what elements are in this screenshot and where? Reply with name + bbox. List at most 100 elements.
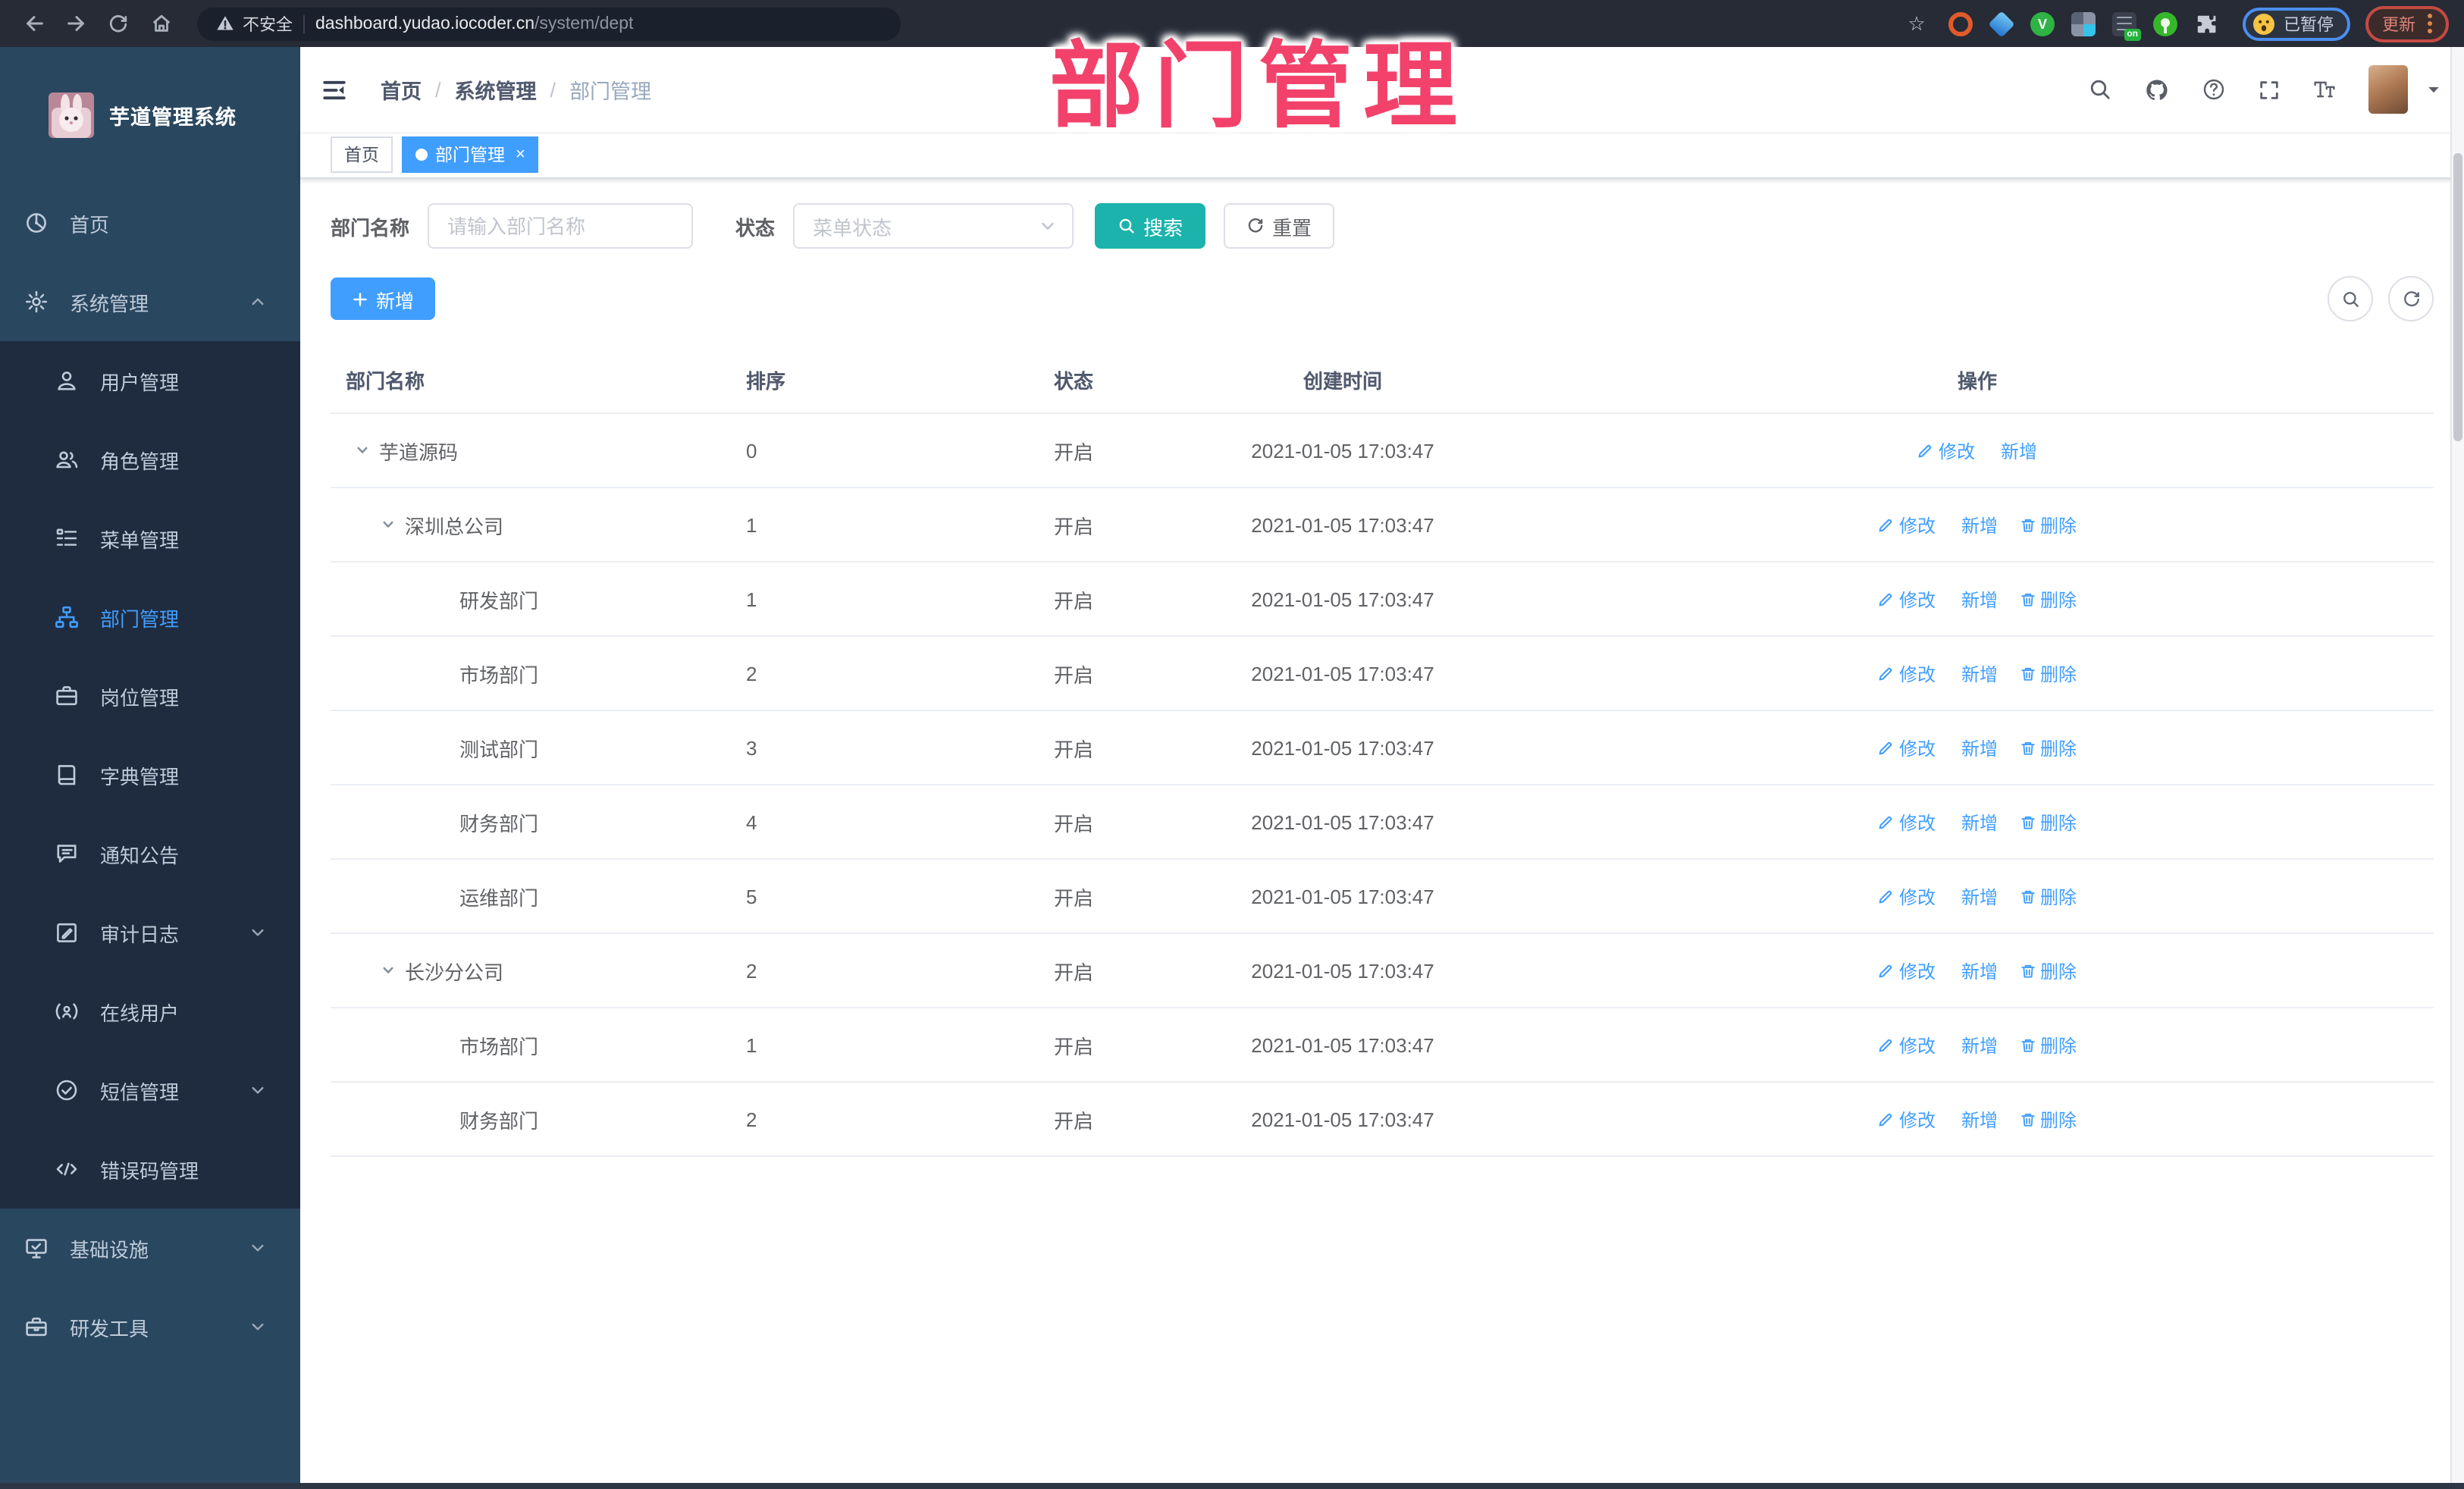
sidebar-item-通知公告[interactable]: 通知公告 xyxy=(0,814,300,893)
dept-name: 运维部门 xyxy=(459,886,539,909)
search-button[interactable]: 搜索 xyxy=(1095,203,1206,249)
extension-switch-icon[interactable]: on xyxy=(2112,11,2141,40)
font-size-icon[interactable] xyxy=(2312,77,2337,102)
delete-link[interactable]: 删除 xyxy=(2019,660,2077,686)
warning-icon xyxy=(215,14,235,33)
extension-squares-icon[interactable] xyxy=(2071,11,2096,36)
actions-cell: 修改 新增 删除 xyxy=(1521,1032,2434,1058)
delete-link[interactable]: 删除 xyxy=(2019,1106,2077,1132)
dept-name-cell: 市场部门 xyxy=(331,1030,694,1059)
breadcrumb-item[interactable]: 首页 xyxy=(381,74,422,105)
tab-item[interactable]: 首页 xyxy=(331,136,393,173)
security-label[interactable]: 不安全 xyxy=(243,11,293,36)
add-link[interactable]: 新增 xyxy=(1957,586,1998,612)
tree-caret-icon[interactable] xyxy=(381,517,396,532)
edit-link[interactable]: 修改 xyxy=(1878,1106,1936,1132)
sidebar-item-菜单管理[interactable]: 菜单管理 xyxy=(0,499,300,578)
search-icon[interactable] xyxy=(2088,77,2112,102)
refresh-table-button[interactable] xyxy=(2388,276,2434,321)
edit-link[interactable]: 修改 xyxy=(1878,512,1936,538)
tab-close-icon[interactable]: × xyxy=(516,146,525,164)
add-link[interactable]: 新增 xyxy=(1957,1032,1998,1058)
sidebar-item-首页[interactable]: 首页 xyxy=(0,183,300,262)
forward-icon[interactable] xyxy=(58,5,94,42)
edit-link[interactable]: 修改 xyxy=(1878,883,1936,909)
edit-link[interactable]: 修改 xyxy=(1878,809,1936,835)
edit-link[interactable]: 修改 xyxy=(1878,586,1936,612)
url-text[interactable]: dashboard.yudao.iocoder.cn/system/dept xyxy=(315,14,633,33)
update-button[interactable]: 更新 xyxy=(2365,5,2449,42)
sidebar-item-研发工具[interactable]: 研发工具 xyxy=(0,1287,300,1366)
add-link[interactable]: 新增 xyxy=(1957,735,1998,760)
page-scrollbar[interactable] xyxy=(2450,47,2464,1483)
announcement-icon xyxy=(55,842,79,866)
edit-link[interactable]: 修改 xyxy=(1878,660,1936,686)
sidebar-item-基础设施[interactable]: 基础设施 xyxy=(0,1208,300,1287)
sidebar-item-短信管理[interactable]: 短信管理 xyxy=(0,1051,300,1130)
delete-link[interactable]: 删除 xyxy=(2019,735,2077,760)
profile-pill[interactable]: 已暂停 xyxy=(2243,7,2350,40)
extension-green-icon[interactable]: V xyxy=(2030,11,2055,36)
delete-icon xyxy=(2019,888,2036,904)
sidebar-item-岗位管理[interactable]: 岗位管理 xyxy=(0,657,300,735)
delete-link[interactable]: 删除 xyxy=(2019,512,2077,538)
delete-link[interactable]: 删除 xyxy=(2019,586,2077,612)
sidebar-item-用户管理[interactable]: 用户管理 xyxy=(0,341,300,420)
delete-link[interactable]: 删除 xyxy=(2019,1032,2077,1058)
extension-gem-icon[interactable] xyxy=(1988,10,2015,37)
add-link[interactable]: 新增 xyxy=(1957,1106,1998,1132)
tree-caret-icon[interactable] xyxy=(381,963,396,978)
delete-icon xyxy=(2019,591,2036,607)
add-link[interactable]: 新增 xyxy=(1957,512,1998,538)
browser-menu-icon[interactable] xyxy=(2428,14,2432,33)
action-label: 修改 xyxy=(1898,961,1936,982)
tab-active[interactable]: 部门管理 × xyxy=(402,136,539,173)
sidebar-item-系统管理[interactable]: 系统管理 xyxy=(0,262,300,341)
toggle-search-button[interactable] xyxy=(2328,276,2373,321)
user-avatar[interactable] xyxy=(2368,65,2408,114)
table-row: 运维部门 5 开启 2021-01-05 17:03:47 修改 新增 删除 xyxy=(331,860,2434,934)
sidebar-item-在线用户[interactable]: 在线用户 xyxy=(0,972,300,1051)
app-logo-row[interactable]: 芋道管理系统 xyxy=(0,47,300,183)
back-icon[interactable] xyxy=(15,5,52,42)
status-select[interactable]: 菜单状态 xyxy=(793,203,1074,249)
delete-link[interactable]: 删除 xyxy=(2019,883,2077,909)
action-label: 删除 xyxy=(2040,738,2077,759)
sidebar-item-字典管理[interactable]: 字典管理 xyxy=(0,735,300,814)
tree-caret-icon[interactable] xyxy=(355,443,370,458)
sidebar-item-错误码管理[interactable]: 错误码管理 xyxy=(0,1130,300,1208)
extension-key-icon[interactable] xyxy=(2153,11,2177,36)
github-icon[interactable] xyxy=(2144,77,2170,102)
add-button[interactable]: 新增 xyxy=(331,277,436,320)
reload-icon[interactable] xyxy=(100,5,136,42)
bookmark-star-icon[interactable]: ☆ xyxy=(1900,11,1933,36)
reset-button[interactable]: 重置 xyxy=(1224,203,1335,249)
add-link[interactable]: 新增 xyxy=(1996,437,2037,463)
scrollbar-thumb[interactable] xyxy=(2453,153,2462,441)
address-bar[interactable]: 不安全 dashboard.yudao.iocoder.cn/system/de… xyxy=(197,7,901,40)
edit-link[interactable]: 修改 xyxy=(1878,735,1936,760)
sidebar-item-角色管理[interactable]: 角色管理 xyxy=(0,420,300,499)
divider xyxy=(303,14,305,33)
extension-orange-icon[interactable] xyxy=(1948,11,1973,36)
edit-link[interactable]: 修改 xyxy=(1878,958,1936,983)
add-link[interactable]: 新增 xyxy=(1957,809,1998,835)
dept-name-input[interactable] xyxy=(428,203,694,249)
hamburger-icon[interactable] xyxy=(321,77,347,102)
sidebar-item-审计日志[interactable]: 审计日志 xyxy=(0,893,300,972)
puzzle-icon[interactable] xyxy=(2194,11,2218,36)
delete-link[interactable]: 删除 xyxy=(2019,809,2077,835)
add-link[interactable]: 新增 xyxy=(1957,883,1998,909)
add-link[interactable]: 新增 xyxy=(1957,958,1998,983)
fullscreen-icon[interactable] xyxy=(2258,78,2281,101)
home-icon[interactable] xyxy=(143,5,179,42)
sidebar-item-部门管理[interactable]: 部门管理 xyxy=(0,578,300,657)
add-link[interactable]: 新增 xyxy=(1957,660,1998,686)
browser-chrome: 不安全 dashboard.yudao.iocoder.cn/system/de… xyxy=(0,0,2464,47)
edit-link[interactable]: 修改 xyxy=(1917,437,1975,463)
question-icon[interactable] xyxy=(2202,77,2226,102)
caret-down-icon[interactable] xyxy=(2425,80,2443,99)
breadcrumb-item[interactable]: 系统管理 xyxy=(455,74,537,105)
delete-link[interactable]: 删除 xyxy=(2019,958,2077,983)
edit-link[interactable]: 修改 xyxy=(1878,1032,1936,1058)
